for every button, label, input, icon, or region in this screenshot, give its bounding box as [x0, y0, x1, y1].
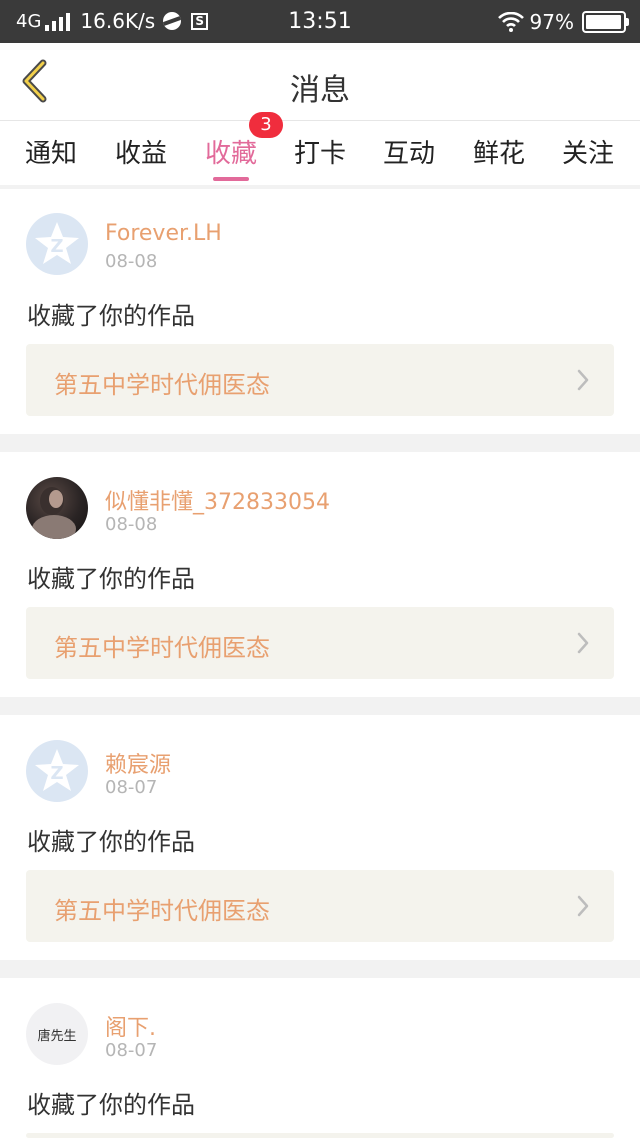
battery-icon	[582, 11, 629, 33]
avatar[interactable]: Z	[26, 740, 88, 802]
chevron-right-icon	[577, 632, 589, 654]
tab-label: 鲜花	[472, 139, 525, 169]
work-link[interactable]: 第五中学时代佣医态	[26, 607, 614, 679]
message-date: 08-07	[105, 777, 158, 798]
svg-text:Z: Z	[50, 763, 63, 784]
chevron-right-icon	[577, 369, 589, 391]
status-bar: 4G 16.6K/s S 13:51 97%	[0, 0, 640, 43]
message-date: 08-07	[105, 1040, 158, 1061]
message-card: 唐先生 阁下. 08-07 收藏了你的作品	[0, 978, 640, 1138]
default-avatar-icon: Z	[35, 222, 79, 264]
message-text: 收藏了你的作品	[27, 1091, 195, 1119]
username[interactable]: 阁下.	[105, 1010, 156, 1042]
work-title: 第五中学时代佣医态	[54, 897, 270, 925]
tab-label: 收藏	[204, 139, 257, 169]
message-text: 收藏了你的作品	[27, 302, 195, 330]
avatar[interactable]: Z	[26, 213, 88, 275]
active-tab-indicator	[213, 177, 249, 181]
default-avatar-icon: Z	[35, 749, 79, 791]
tab-bar: 通知 收益 收藏 打卡 互动 鲜花 关注	[0, 121, 640, 185]
svg-text:Z: Z	[50, 236, 63, 257]
work-link[interactable]: 第五中学时代佣医态	[26, 870, 614, 942]
avatar[interactable]: 唐先生	[26, 1003, 88, 1065]
tab-label: 通知	[24, 139, 77, 169]
message-card: 似懂非懂_372833054 08-08 收藏了你的作品 第五中学时代佣医态	[0, 452, 640, 697]
message-card: Z Forever.LH 08-08 收藏了你的作品 第五中学时代佣医态	[0, 189, 640, 434]
unread-badge: 3	[249, 112, 283, 138]
tab-label: 收益	[114, 139, 167, 169]
work-link[interactable]	[26, 1133, 614, 1138]
tab-notifications[interactable]: 通知	[16, 133, 86, 170]
work-link[interactable]: 第五中学时代佣医态	[26, 344, 614, 416]
tab-following[interactable]: 关注	[553, 133, 623, 170]
tab-favorites[interactable]: 收藏	[196, 133, 266, 181]
message-text: 收藏了你的作品	[27, 828, 195, 856]
page-title: 消息	[290, 73, 350, 108]
message-date: 08-08	[105, 514, 158, 535]
username[interactable]: Forever.LH	[105, 221, 222, 246]
tab-label: 互动	[382, 139, 435, 169]
wifi-icon	[497, 12, 524, 32]
nav-bar: 消息	[0, 43, 640, 121]
message-text: 收藏了你的作品	[27, 565, 195, 593]
avatar-text: 唐先生	[37, 1028, 77, 1044]
tab-flowers[interactable]: 鲜花	[464, 133, 534, 170]
tab-label: 关注	[561, 139, 614, 169]
avatar[interactable]	[26, 477, 88, 539]
work-title: 第五中学时代佣医态	[54, 634, 270, 662]
chevron-right-icon	[577, 895, 589, 917]
message-card: Z 赖宸源 08-07 收藏了你的作品 第五中学时代佣医态	[0, 715, 640, 960]
tab-interactions[interactable]: 互动	[374, 133, 444, 170]
tab-earnings[interactable]: 收益	[106, 133, 176, 170]
message-date: 08-08	[105, 251, 158, 272]
work-title: 第五中学时代佣医态	[54, 371, 270, 399]
battery-level	[586, 15, 621, 29]
username[interactable]: 赖宸源	[105, 747, 171, 779]
tab-label: 打卡	[293, 139, 346, 169]
battery-percent: 97%	[529, 10, 574, 34]
user-photo-icon	[32, 487, 76, 539]
tab-checkin[interactable]: 打卡	[285, 133, 355, 170]
username[interactable]: 似懂非懂_372833054	[105, 484, 330, 516]
